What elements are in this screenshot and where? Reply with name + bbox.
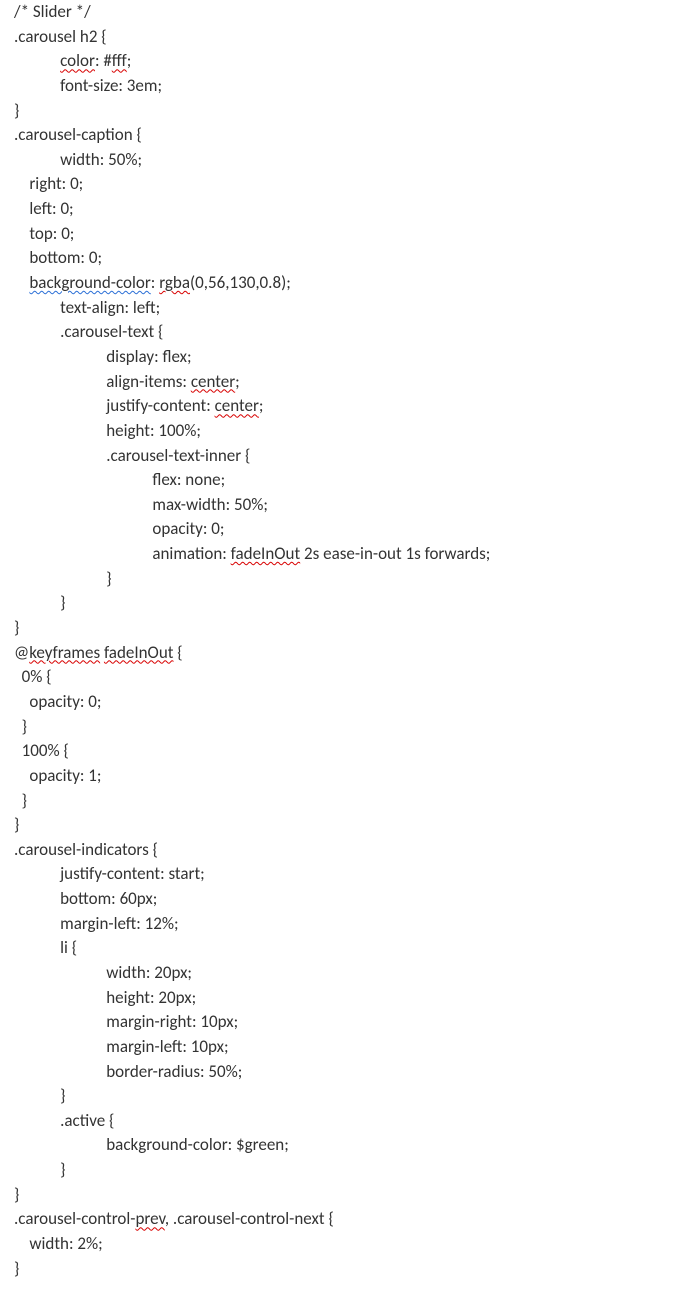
code-document: /* Slider */ .carousel h2 { color: #fff;… [14,0,674,1281]
code-line: } [14,1184,19,1205]
code-line: } [14,617,19,638]
code-line: opacity: 1; [14,765,101,786]
spellcheck-error: fadeInOut [231,543,301,564]
code-line: } [14,716,27,737]
code-line: opacity: 0; [14,518,224,539]
code-line: font-size: 3em; [14,75,162,96]
code-line: flex: none; [14,469,225,490]
code-token: .carousel-control- [14,1208,135,1229]
code-line: right: 0; [14,173,83,194]
code-line: width: 50%; [14,149,142,170]
code-line: left: 0; [14,198,74,219]
code-line: .carousel-text { [14,321,163,342]
code-line: } [14,592,65,613]
code-line: margin-left: 10px; [14,1036,229,1057]
code-token: animation: [14,543,231,564]
code-line: top: 0; [14,223,74,244]
code-line: .carousel-indicators { [14,839,158,860]
code-line: .carousel-text-inner { [14,445,250,466]
code-line: .active { [14,1110,114,1131]
code-line: .carousel-caption { [14,124,142,145]
code-line: bottom: 0; [14,247,102,268]
code-line: 100% { [14,740,69,761]
code-token: ; [235,371,240,392]
spellcheck-error: center [215,395,259,416]
code-line: } [14,814,19,835]
code-token: 2s ease-in-out 1s forwards; [300,543,490,564]
code-line: } [14,1085,65,1106]
code-line: bottom: 60px; [14,888,157,909]
spellcheck-error: fff [112,50,127,71]
code-token [14,50,60,71]
code-token: : [151,272,159,293]
code-line: margin-right: 10px; [14,1011,238,1032]
code-token: ; [259,395,264,416]
code-token: : # [95,50,112,71]
code-line: justify-content: start; [14,863,205,884]
code-token: @ [14,642,29,663]
code-line: border-radius: 50%; [14,1061,242,1082]
spellcheck-error: keyframes [29,642,100,663]
code-line: display: flex; [14,346,192,367]
code-token [14,272,29,293]
code-line: text-align: left; [14,297,160,318]
spellcheck-error: prev [135,1208,164,1229]
code-line: 0% { [14,666,52,687]
spellcheck-error: rgba [159,272,190,293]
code-line: opacity: 0; [14,691,101,712]
spellcheck-error: center [191,371,235,392]
spellcheck-error: fadeInOut [104,642,174,663]
code-line: width: 2%; [14,1233,103,1254]
code-token: align-items: [14,371,191,392]
code-line: height: 20px; [14,987,196,1008]
code-line: } [14,100,19,121]
code-line: height: 100%; [14,420,201,441]
code-line: } [14,568,112,589]
code-token: (0,56,130,0.8); [190,272,291,293]
code-line: } [14,790,27,811]
code-line: margin-left: 12%; [14,913,179,934]
code-line: max-width: 50%; [14,494,268,515]
code-token: ; [127,50,132,71]
spellcheck-error: color [60,50,95,71]
code-line: .carousel h2 { [14,26,107,47]
grammar-error: background-color [29,272,150,293]
code-line: /* Slider */ [14,1,91,22]
code-line: li { [14,937,77,958]
code-line: } [14,1258,19,1279]
code-line: } [14,1159,65,1180]
code-line: width: 20px; [14,962,192,983]
code-token: { [173,642,182,663]
code-line: background-color: $green; [14,1134,289,1155]
code-token: , .carousel-control-next { [165,1208,334,1229]
code-token: justify-content: [14,395,215,416]
